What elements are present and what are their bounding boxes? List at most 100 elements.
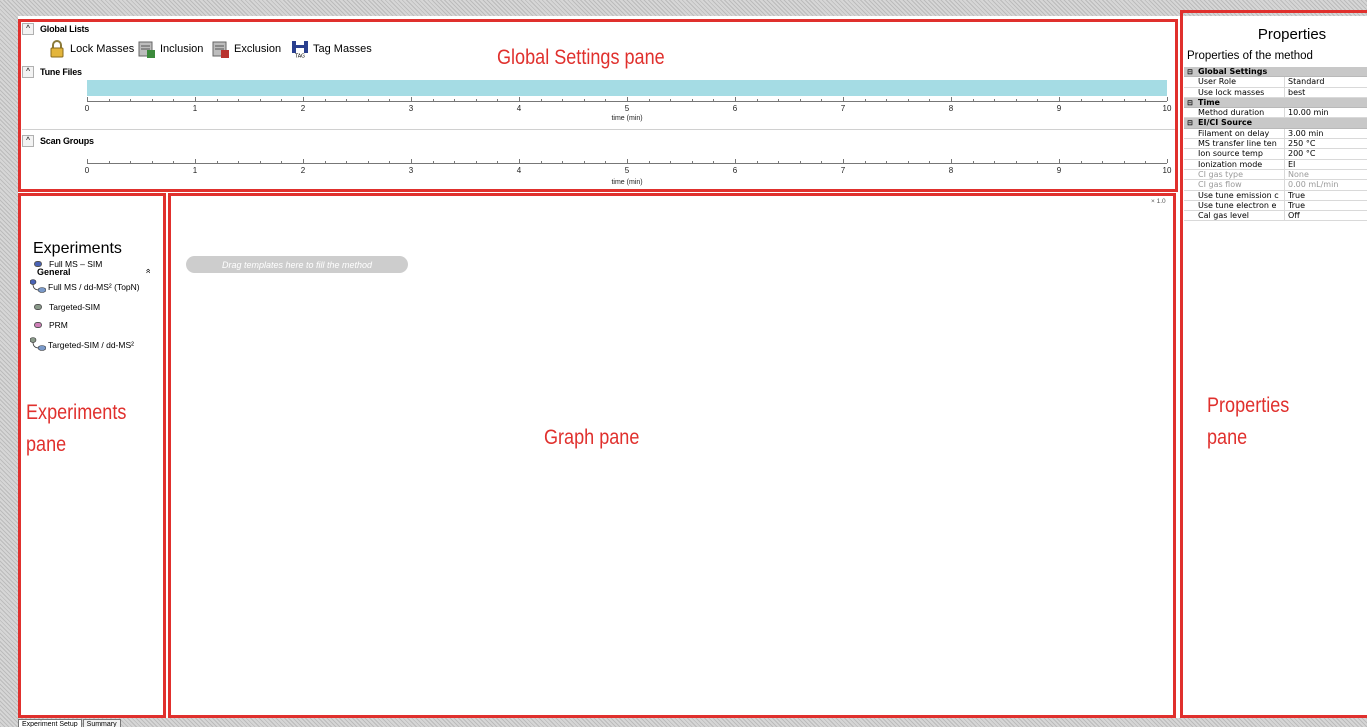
experiment-prm[interactable]: PRM xyxy=(34,317,68,333)
axis-tick xyxy=(799,99,801,101)
section-divider xyxy=(22,129,1177,130)
experiment-targeted-sim[interactable]: Targeted-SIM xyxy=(34,299,100,315)
axis-tick xyxy=(475,99,477,101)
experiment-targeted-sim-dd-ms2[interactable]: Targeted-SIM / dd-MS² xyxy=(29,337,134,353)
axis-tick xyxy=(713,161,715,163)
property-value[interactable]: True xyxy=(1285,201,1367,210)
property-category[interactable]: ⊟ Time xyxy=(1184,97,1367,109)
tab-experiment-setup[interactable]: Experiment Setup xyxy=(18,719,82,727)
gray-node-icon xyxy=(34,304,42,310)
property-row[interactable]: Filament on delay 3.00 min xyxy=(1184,128,1367,140)
property-value[interactable]: EI xyxy=(1285,160,1367,169)
property-row[interactable]: Ionization mode EI xyxy=(1184,159,1367,170)
axis-tick xyxy=(605,99,607,101)
axis-tick-label: 6 xyxy=(732,104,738,113)
tag-masses-button[interactable]: TAG Tag Masses xyxy=(291,38,372,60)
property-row[interactable]: Use tune emission c True xyxy=(1184,190,1367,201)
property-row[interactable]: Use lock masses best xyxy=(1184,87,1367,98)
property-row[interactable]: CI gas type None xyxy=(1184,169,1367,181)
collapse-icon[interactable]: ^ xyxy=(22,23,34,35)
property-grid[interactable]: ⊟ Global Settings User Role Standard Use loc… xyxy=(1184,67,1367,222)
axis-tick xyxy=(238,99,240,101)
property-category[interactable]: ⊟ EI/CI Source xyxy=(1184,118,1367,129)
axis-tick xyxy=(259,161,261,163)
collapse-box-icon[interactable]: ⊟ xyxy=(1184,118,1196,127)
inclusion-button[interactable]: Inclusion xyxy=(138,38,203,60)
axis-tick xyxy=(821,161,823,163)
axis-tick xyxy=(475,161,477,163)
axis-tick xyxy=(605,161,607,163)
axis-tick xyxy=(972,161,974,163)
axis-tick xyxy=(972,99,974,101)
property-value[interactable]: 200 °C xyxy=(1285,149,1367,158)
property-name: Cal gas level xyxy=(1196,211,1285,221)
collapse-box-icon[interactable]: ⊟ xyxy=(1184,67,1196,76)
scan-axis-title: time (min) xyxy=(611,179,643,186)
lock-masses-button[interactable]: Lock Masses xyxy=(48,38,134,60)
global-lists-header[interactable]: ^ Global Lists xyxy=(22,22,89,36)
property-row[interactable]: User Role Standard xyxy=(1184,77,1367,88)
collapse-group-icon[interactable]: » xyxy=(143,268,153,273)
axis-tick xyxy=(411,97,412,101)
axis-tick-label: 8 xyxy=(948,166,954,175)
axis-tick xyxy=(907,99,909,101)
property-name: MS transfer line ten xyxy=(1196,139,1285,149)
property-row[interactable]: Method duration 10.00 min xyxy=(1184,108,1367,119)
axis-tick xyxy=(432,161,434,163)
axis-tick xyxy=(432,99,434,101)
axis-tick xyxy=(778,161,780,163)
axis-tick xyxy=(843,159,844,163)
property-name: Ionization mode xyxy=(1196,159,1285,169)
property-category[interactable]: ⊟ Global Settings xyxy=(1184,67,1367,78)
axis-tick xyxy=(303,159,304,163)
svg-text:TAG: TAG xyxy=(294,54,305,59)
property-value[interactable]: Off xyxy=(1285,211,1367,220)
property-value[interactable]: 10.00 min xyxy=(1285,108,1367,117)
scan-groups-header[interactable]: ^ Scan Groups xyxy=(22,134,94,148)
tune-files-header[interactable]: ^ Tune Files xyxy=(22,65,82,79)
property-value[interactable]: 3.00 min xyxy=(1285,129,1367,138)
collapse-box-icon[interactable]: ⊟ xyxy=(1184,98,1196,107)
axis-tick-label: 8 xyxy=(948,104,954,113)
axis-tick-label: 1 xyxy=(192,104,198,113)
property-row[interactable]: MS transfer line ten 250 °C xyxy=(1184,139,1367,150)
axis-tick xyxy=(151,99,153,101)
category-name: Global Settings xyxy=(1198,67,1268,76)
axis-tick xyxy=(497,161,499,163)
drag-templates-hint: Drag templates here to fill the method xyxy=(186,256,408,273)
tab-summary[interactable]: Summary xyxy=(82,719,121,727)
experiment-full-ms-dd-ms2[interactable]: Full MS / dd-MS² (TopN) xyxy=(29,279,140,295)
experiment-label: Full MS / dd-MS² (TopN) xyxy=(48,282,140,292)
branch-node-icon xyxy=(29,337,47,353)
tune-file-bar[interactable] xyxy=(87,80,1167,96)
axis-tick xyxy=(864,161,866,163)
axis-tick-label: 5 xyxy=(624,166,630,175)
property-row[interactable]: Use tune electron e True xyxy=(1184,200,1367,212)
scan-time-axis xyxy=(87,163,1167,164)
axis-tick xyxy=(562,161,564,163)
property-value[interactable]: Standard xyxy=(1285,77,1367,86)
collapse-icon[interactable]: ^ xyxy=(22,66,34,78)
property-value[interactable]: None xyxy=(1285,170,1367,179)
axis-tick xyxy=(1102,99,1104,101)
axis-tick xyxy=(519,159,520,163)
axis-tick xyxy=(324,161,326,163)
property-value[interactable]: 0.00 mL/min xyxy=(1285,180,1367,189)
property-row[interactable]: CI gas flow 0.00 mL/min xyxy=(1184,180,1367,191)
experiment-full-ms-sim[interactable]: Full MS – SIM xyxy=(34,256,102,272)
property-row[interactable]: Ion source temp 200 °C xyxy=(1184,149,1367,160)
experiments-callout-line2: pane xyxy=(26,433,67,456)
property-name: Ion source temp xyxy=(1196,149,1285,159)
blue-node-icon xyxy=(34,261,42,267)
property-value[interactable]: best xyxy=(1285,88,1367,97)
exclusion-button[interactable]: Exclusion xyxy=(212,38,281,60)
property-value[interactable]: True xyxy=(1285,191,1367,200)
axis-tick xyxy=(951,97,952,101)
axis-tick-label: 5 xyxy=(624,104,630,113)
property-row[interactable]: Cal gas level Off xyxy=(1184,211,1367,222)
axis-tick xyxy=(195,159,196,163)
tag-masses-icon: TAG xyxy=(291,40,309,60)
collapse-icon[interactable]: ^ xyxy=(22,135,34,147)
axis-tick xyxy=(173,161,175,163)
property-value[interactable]: 250 °C xyxy=(1285,139,1367,148)
